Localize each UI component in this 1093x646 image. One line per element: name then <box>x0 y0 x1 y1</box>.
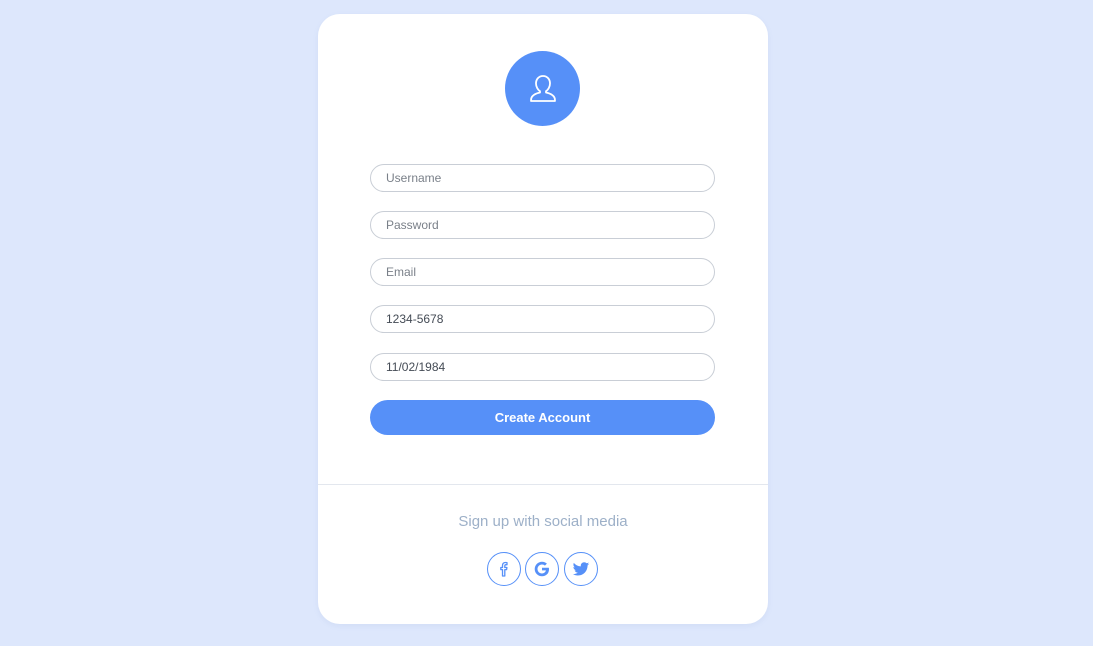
create-account-button[interactable]: Create Account <box>370 400 715 435</box>
email-field[interactable] <box>370 258 715 286</box>
phone-field[interactable] <box>370 305 715 333</box>
facebook-icon <box>500 561 508 577</box>
avatar <box>505 51 580 126</box>
signup-card: Create Account Sign up with social media <box>318 14 768 624</box>
twitter-button[interactable] <box>564 552 598 586</box>
password-field[interactable] <box>370 211 715 239</box>
birthdate-field[interactable] <box>370 353 715 381</box>
twitter-icon <box>572 562 590 576</box>
facebook-button[interactable] <box>487 552 521 586</box>
user-icon <box>529 74 556 102</box>
username-field[interactable] <box>370 164 715 192</box>
social-signup-prompt: Sign up with social media <box>458 513 628 530</box>
google-button[interactable] <box>525 552 559 586</box>
divider <box>318 484 768 485</box>
google-icon <box>534 561 549 577</box>
